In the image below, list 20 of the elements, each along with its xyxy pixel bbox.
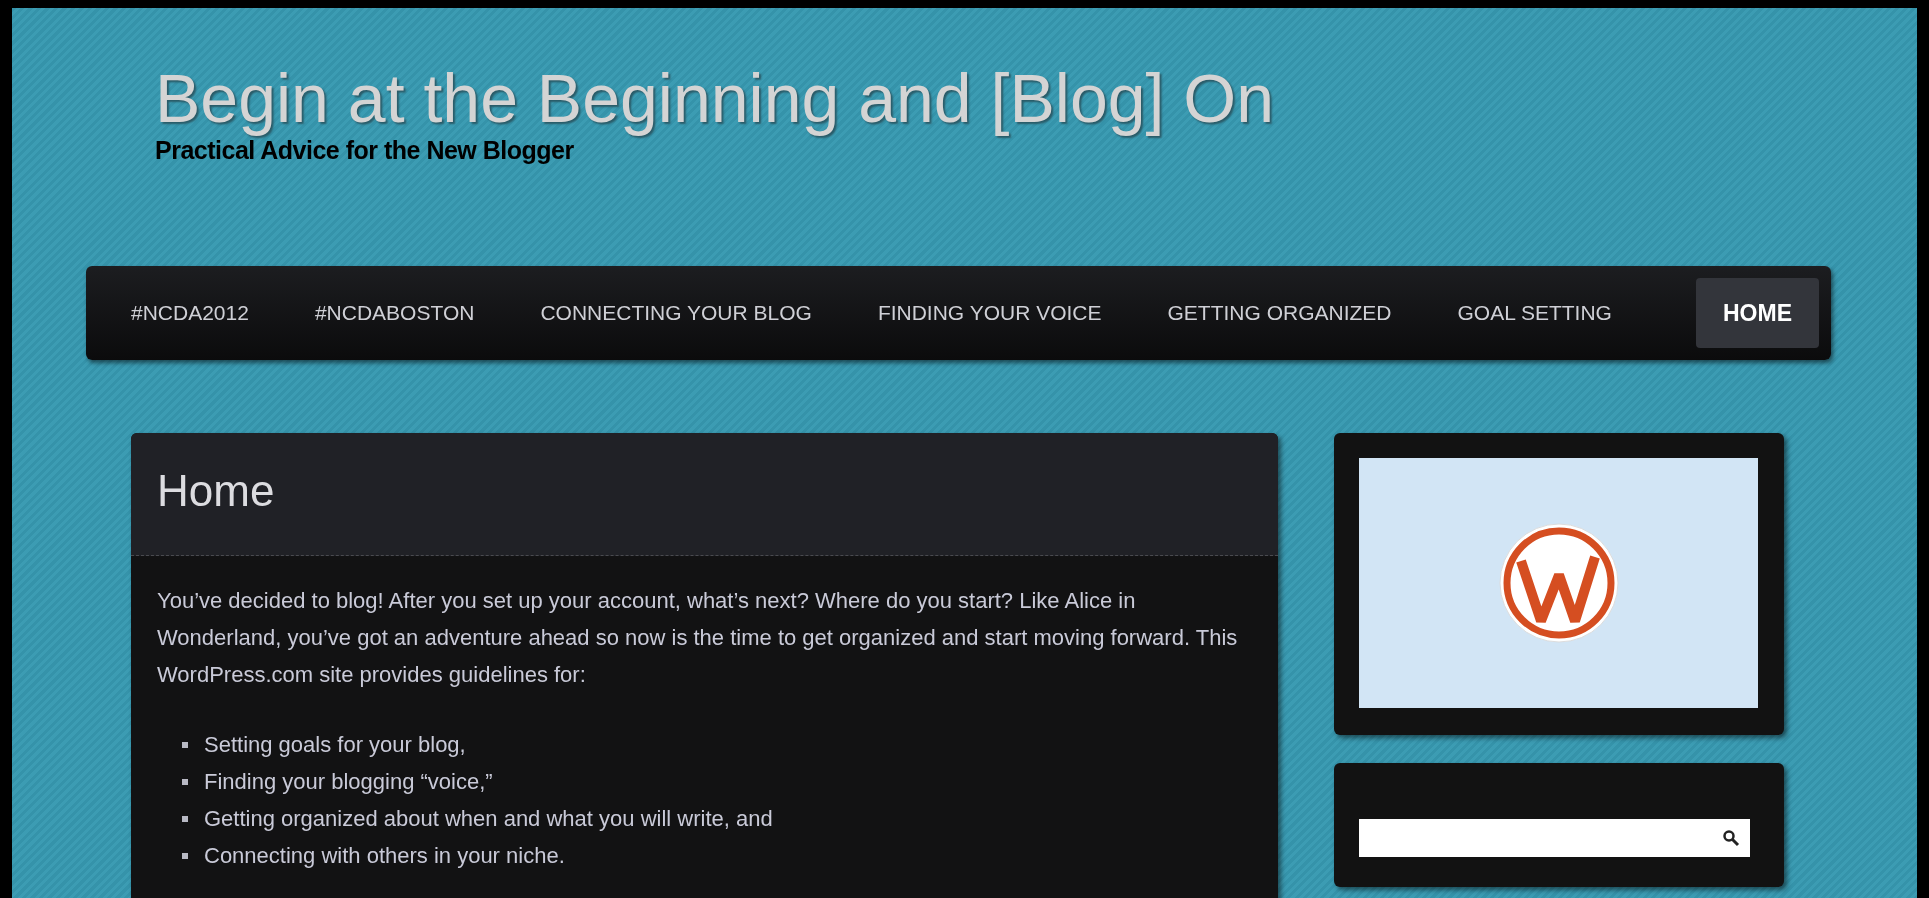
- intro-paragraph: You’ve decided to blog! After you set up your account, what’s next? Where do you start? Like Alice in Wonderland, you’ve got an adventure ahead so now is the time to get organized and start moving forward. This WordPress.com site provides guidelines for:: [157, 587, 1239, 689]
- list-item: Setting goals for your blog,: [204, 731, 466, 759]
- bullet-icon: [182, 778, 188, 785]
- logo-icon: [1498, 523, 1619, 643]
- nav-item[interactable]: GETTING ORGANIZED: [1134, 278, 1425, 348]
- nav-item[interactable]: #NCDABOSTON: [281, 278, 508, 348]
- nav-item[interactable]: GOAL SETTING: [1424, 278, 1645, 348]
- list-item: Finding your blogging “voice,”: [204, 768, 493, 796]
- bullet-icon: [182, 852, 188, 859]
- list-item: Connecting with others in your niche.: [204, 842, 565, 870]
- list-item: Getting organized about when and what you will write, and: [204, 805, 773, 833]
- bullet-icon: [182, 741, 188, 748]
- nav-item[interactable]: FINDING YOUR VOICE: [844, 278, 1135, 348]
- nav-item[interactable]: #NCDA2012: [98, 278, 282, 348]
- search-field[interactable]: [1359, 819, 1750, 857]
- search-icon[interactable]: [1722, 829, 1740, 847]
- page-heading: Home: [157, 465, 275, 517]
- bullet-icon: [182, 815, 188, 822]
- nav-item[interactable]: CONNECTING YOUR BLOG: [507, 278, 845, 348]
- nav-item[interactable]: HOME: [1696, 278, 1819, 348]
